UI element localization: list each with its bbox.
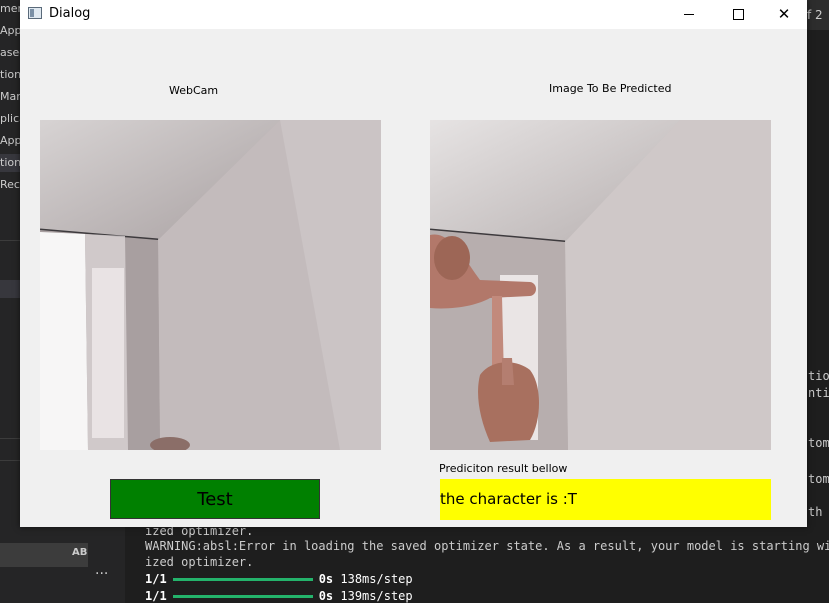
sidebar-item-label: ased	[0, 46, 20, 59]
prediction-image-view	[430, 120, 771, 450]
more-icon[interactable]: ···	[95, 566, 108, 582]
sidebar-item-label: tion	[0, 68, 20, 81]
window-title: Dialog	[49, 6, 91, 21]
sidebar-item-label: App	[0, 134, 20, 147]
progress-line: 1/1 0s 139ms/step	[145, 589, 413, 603]
close-icon: ✕	[777, 5, 791, 23]
step-count: 1/1	[145, 589, 167, 603]
sidebar-item-selected[interactable]	[0, 280, 20, 298]
step-rate: 138ms/step	[340, 572, 413, 586]
webcam-image	[40, 120, 381, 450]
progress-line: 1/1 0s 138ms/step	[145, 572, 413, 586]
sidebar-item[interactable]: tion	[0, 66, 20, 84]
progress-bar	[172, 578, 313, 581]
sidebar-item[interactable]: men	[0, 0, 20, 18]
sidebar-item-label: Mar	[0, 90, 20, 103]
output-fragment: tom	[808, 472, 829, 486]
step-rate: 139ms/step	[340, 589, 413, 603]
sidebar-item-label: plica	[0, 112, 20, 125]
sidebar-item-label: Appl	[0, 24, 20, 37]
title-bar[interactable]: Dialog ✕	[20, 0, 807, 29]
divider	[0, 240, 20, 241]
sidebar-item[interactable]: Appl	[0, 22, 20, 40]
match-case-badge[interactable]: AB	[72, 547, 87, 558]
step-time: 0s	[318, 589, 334, 603]
maximize-button[interactable]	[715, 0, 761, 29]
sidebar-item[interactable]: tion	[0, 154, 20, 172]
step-time: 0s	[318, 572, 334, 586]
step-count: 1/1	[145, 572, 167, 586]
terminal-line: ized optimizer.	[145, 555, 254, 569]
progress-bar	[172, 595, 313, 598]
sidebar-item-label: men	[0, 2, 20, 15]
sidebar-item-label: Rec	[0, 178, 20, 191]
minimize-button[interactable]	[666, 0, 712, 29]
minimize-icon	[684, 14, 694, 15]
ide-tab-fragment[interactable]: f 2	[807, 0, 829, 30]
output-fragment: tom	[808, 436, 829, 450]
maximize-icon	[732, 9, 744, 20]
output-fragment: th	[808, 505, 823, 519]
sidebar-item-label: tion	[0, 156, 20, 169]
prediction-image	[430, 120, 771, 450]
webcam-view	[40, 120, 381, 450]
output-fragment: ntia	[808, 386, 829, 400]
terminal-output: ized optimizer. WARNING:absl:Error in lo…	[125, 524, 829, 603]
prediction-result: the character is :T	[440, 479, 771, 520]
dialog-window: Dialog ✕ WebCam Image To Be Predicted Pr…	[20, 0, 807, 527]
divider	[0, 438, 20, 439]
result-caption: Prediciton result bellow	[439, 462, 568, 475]
close-button[interactable]: ✕	[761, 0, 807, 29]
sidebar-item[interactable]: Rec	[0, 176, 20, 194]
app-window-icon	[28, 7, 42, 19]
output-fragment: tion	[808, 369, 829, 383]
sidebar-item[interactable]: App	[0, 132, 20, 150]
terminal-line: WARNING:absl:Error in loading the saved …	[145, 539, 829, 553]
sidebar-item[interactable]: Mar	[0, 88, 20, 106]
sidebar-item[interactable]: plica	[0, 110, 20, 128]
webcam-label: WebCam	[169, 84, 219, 97]
test-button[interactable]: Test	[110, 479, 320, 519]
predict-label: Image To Be Predicted	[549, 82, 672, 95]
tab-label: f 2	[807, 8, 823, 22]
divider	[0, 460, 20, 461]
sidebar-item[interactable]: ased	[0, 44, 20, 62]
